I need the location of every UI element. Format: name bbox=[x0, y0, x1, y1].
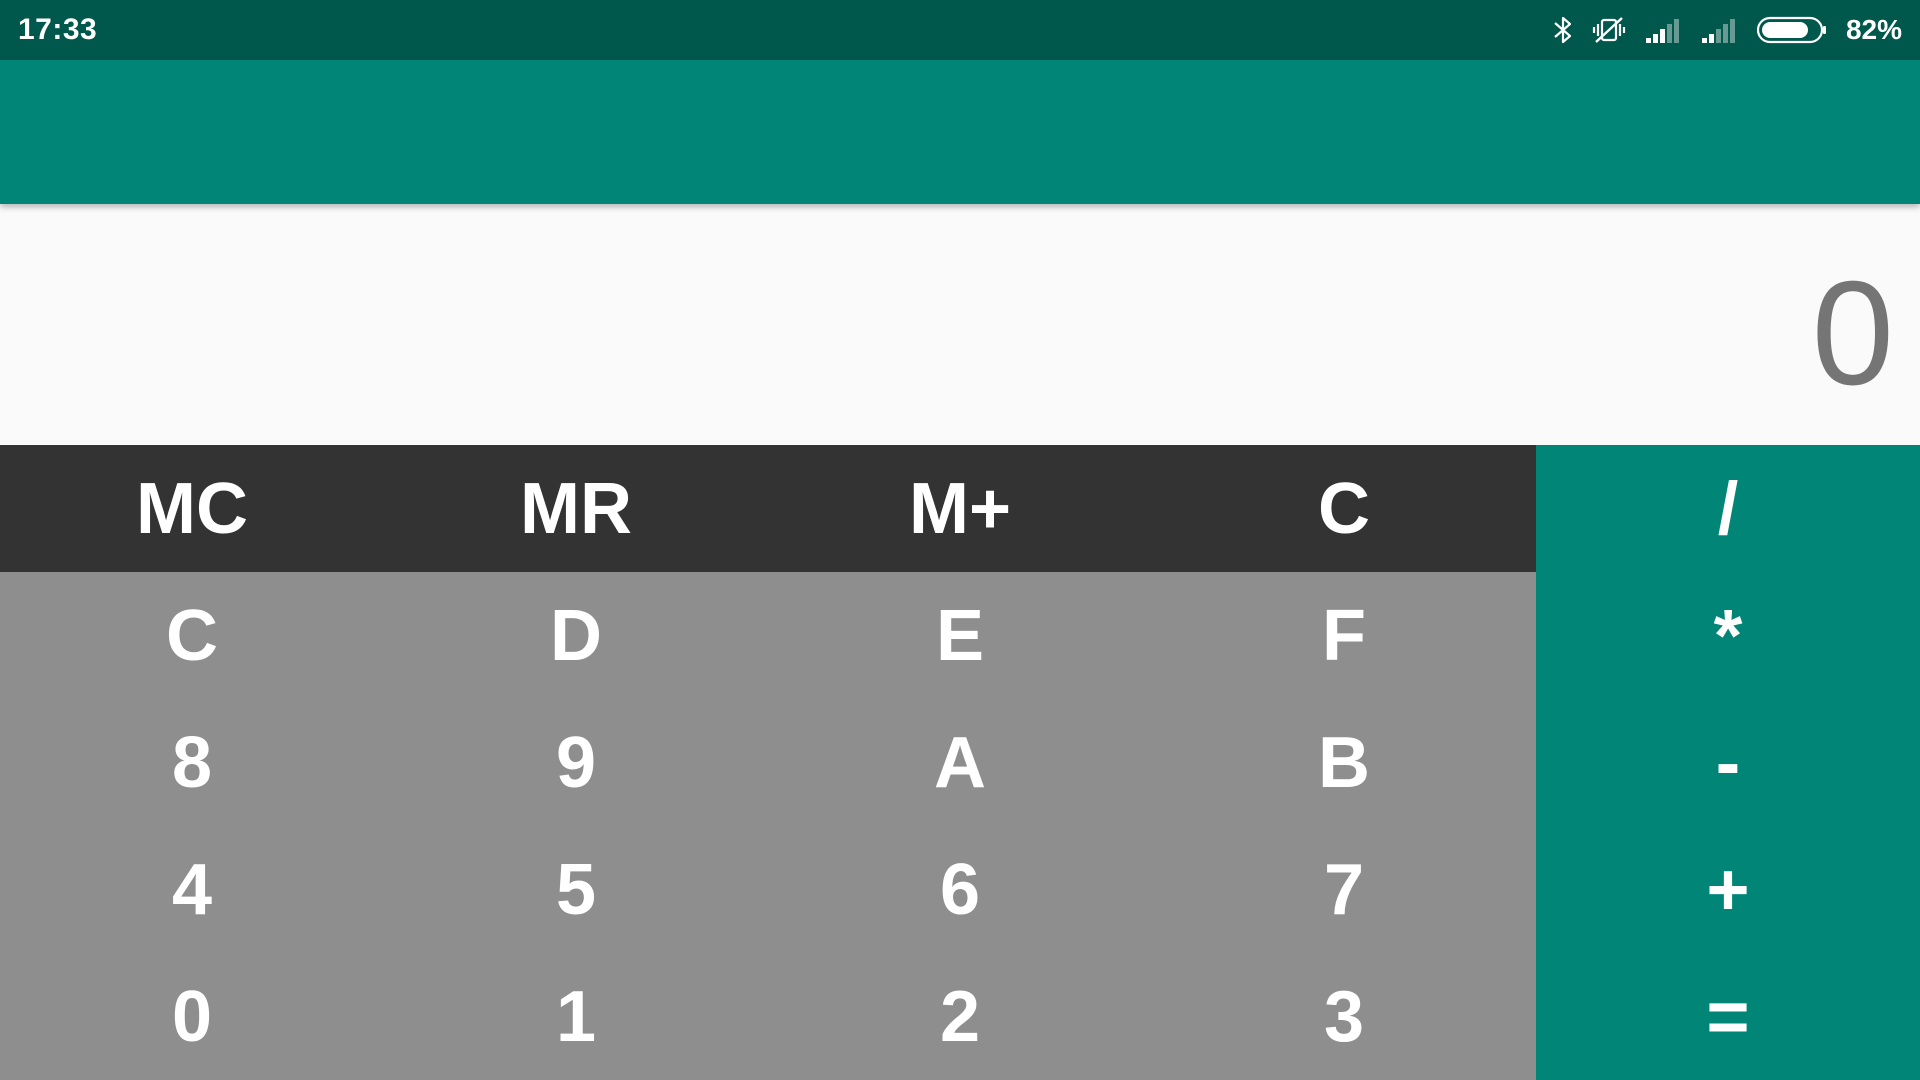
equals-button[interactable]: = bbox=[1536, 953, 1920, 1080]
key-a[interactable]: A bbox=[768, 699, 1152, 826]
key-c[interactable]: C bbox=[0, 572, 384, 699]
clear-button[interactable]: C bbox=[1152, 445, 1536, 572]
subtract-button[interactable]: - bbox=[1536, 699, 1920, 826]
vibrate-off-icon bbox=[1592, 14, 1626, 46]
signal-icon bbox=[1644, 16, 1682, 44]
battery-icon bbox=[1756, 15, 1828, 45]
key-4[interactable]: 4 bbox=[0, 826, 384, 953]
bluetooth-icon bbox=[1552, 14, 1574, 46]
key-5[interactable]: 5 bbox=[384, 826, 768, 953]
key-b[interactable]: B bbox=[1152, 699, 1536, 826]
battery-percent: 82% bbox=[1845, 14, 1902, 45]
display-value: 0 bbox=[1811, 250, 1894, 416]
key-row: 4 5 6 7 bbox=[0, 826, 1536, 953]
key-2[interactable]: 2 bbox=[768, 953, 1152, 1080]
key-3[interactable]: 3 bbox=[1152, 953, 1536, 1080]
app-bar bbox=[0, 60, 1920, 204]
keypad-left: MC MR M+ C C D E F 8 9 A B 4 5 6 7 0 1 2… bbox=[0, 445, 1536, 1080]
key-9[interactable]: 9 bbox=[384, 699, 768, 826]
memory-add-button[interactable]: M+ bbox=[768, 445, 1152, 572]
key-1[interactable]: 1 bbox=[384, 953, 768, 1080]
multiply-button[interactable]: * bbox=[1536, 572, 1920, 699]
divide-button[interactable]: / bbox=[1536, 445, 1920, 572]
status-bar: 17:33 82% bbox=[0, 0, 1920, 60]
number-keys: C D E F 8 9 A B 4 5 6 7 0 1 2 3 bbox=[0, 572, 1536, 1080]
key-6[interactable]: 6 bbox=[768, 826, 1152, 953]
operator-column: / * - + = bbox=[1536, 445, 1920, 1080]
key-row: C D E F bbox=[0, 572, 1536, 699]
key-f[interactable]: F bbox=[1152, 572, 1536, 699]
keypad: MC MR M+ C C D E F 8 9 A B 4 5 6 7 0 1 2… bbox=[0, 445, 1920, 1080]
key-row: 8 9 A B bbox=[0, 699, 1536, 826]
key-0[interactable]: 0 bbox=[0, 953, 384, 1080]
key-7[interactable]: 7 bbox=[1152, 826, 1536, 953]
status-icons: 82% bbox=[1552, 14, 1902, 46]
key-d[interactable]: D bbox=[384, 572, 768, 699]
memory-recall-button[interactable]: MR bbox=[384, 445, 768, 572]
key-e[interactable]: E bbox=[768, 572, 1152, 699]
memory-clear-button[interactable]: MC bbox=[0, 445, 384, 572]
signal-icon bbox=[1700, 16, 1738, 44]
status-time: 17:33 bbox=[18, 13, 98, 46]
key-8[interactable]: 8 bbox=[0, 699, 384, 826]
calculator-display: 0 bbox=[0, 204, 1920, 445]
key-row: 0 1 2 3 bbox=[0, 953, 1536, 1080]
add-button[interactable]: + bbox=[1536, 826, 1920, 953]
memory-row: MC MR M+ C bbox=[0, 445, 1536, 572]
